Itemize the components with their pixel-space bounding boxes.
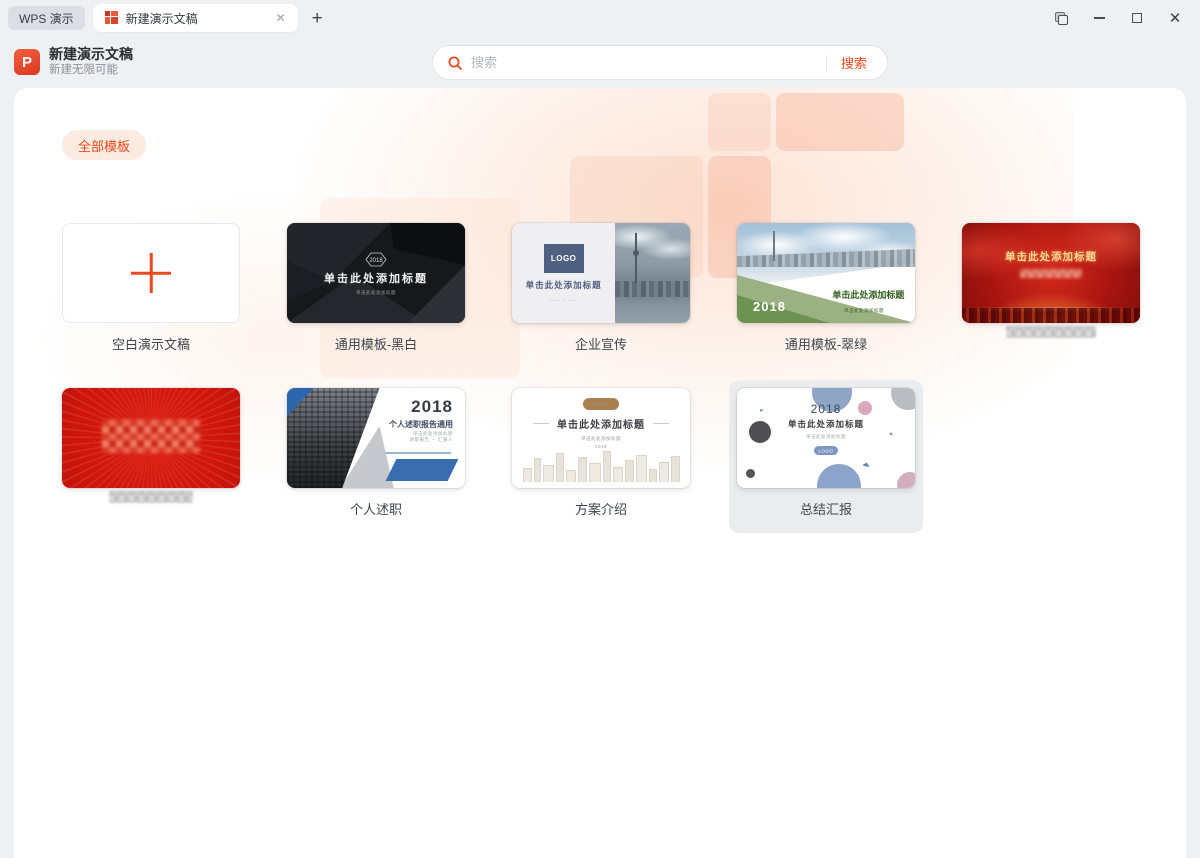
window-controls: ✕ [1042,4,1200,32]
template-cell-blank: 空白演示文稿 [62,223,240,354]
logo-pill: LOGO [592,401,610,407]
year-badge: 2018 [753,299,786,314]
maximize-icon [1132,13,1142,23]
search-input[interactable] [471,55,818,70]
template-plan-card[interactable]: LOGO 单击此处添加标题 单击此处添加标题 2018 [512,388,690,488]
blue-parallelogram [385,459,459,481]
wps-home-button[interactable]: WPS 演示 [8,6,85,30]
page-subtitle: 新建无限可能 [49,64,118,76]
template-label: 个人述职 [349,502,402,517]
ppt-app-logo: P [14,49,40,75]
maximize-button[interactable] [1118,4,1156,32]
template-label: 空白演示文稿 [111,337,190,352]
minimize-button[interactable] [1080,4,1118,32]
minimize-icon [1093,17,1105,19]
slide-title: 单击此处添加标题 [1005,251,1097,263]
slide-subtitle-decor: 单击此处添加标题 [412,431,453,436]
close-window-button[interactable]: ✕ [1156,4,1194,32]
tab-title: 新建演示文稿 [125,11,198,26]
template-row-1: 空白演示文稿 2018 单击此处添加标题 单击此处添加标题 通用模板-黑白 LO… [14,223,1186,354]
hexagon-badge: 2018 [365,252,387,266]
template-cell-corporate: LOGO 单击此处添加标题 —— ・ —— 企业宣传 [512,223,690,354]
template-red-festive-card[interactable]: 单击此处添加标题 [962,223,1140,323]
search-bar[interactable]: 搜索 [432,45,888,80]
template-label: 通用模板-翠绿 [784,337,868,352]
tab-new-presentation[interactable]: 新建演示文稿 ✕ [92,4,298,32]
filter-label: 全部模板 [78,138,131,154]
slide-subtitle-decor: —— ・ —— [549,297,578,303]
template-cell-plan: LOGO 单击此处添加标题 单击此处添加标题 2018 方案介绍 [512,388,690,519]
template-red-rays-card[interactable] [62,388,240,488]
redacted-title [102,419,200,454]
template-personal-card[interactable]: 2018 个人述职报告通用 单击此处添加标题 述职报告 ・ 汇报人 [287,388,465,488]
slide-title: 单击此处添加标题 [557,420,645,431]
slide-title: 单击此处添加标题 [787,419,864,429]
template-cell-black-white: 2018 单击此处添加标题 单击此处添加标题 通用模板-黑白 [287,223,465,354]
wps-logo-icon [104,11,119,25]
filter-all-templates[interactable]: 全部模板 [62,130,147,160]
template-cell-summary-selected: ▸ ▸ ◥ 2018 单击此处添加标题 单击此处添加标题 LOGO 总结汇报 [729,380,923,533]
slide-subtitle: 单击此处添加标题 [355,289,396,295]
tab-bar: WPS 演示 新建演示文稿 ✕ + ✕ [0,0,1200,36]
search-icon [448,56,462,70]
city-photo [615,223,690,323]
slide-subtitle-decor: 单击此处添加标题 [580,436,621,441]
city-silhouette [962,308,1140,323]
slide-title: 单击此处添加标题 [525,279,602,290]
app-header: P 新建演示文稿 新建无限可能 搜索 [0,36,1200,88]
wps-home-label: WPS 演示 [19,11,74,26]
year-badge: 2018 [810,402,842,416]
redacted-subtitle [1020,269,1082,278]
window-manage-button[interactable] [1042,4,1080,32]
slide-subtitle: 单击此处添加标题 [844,308,885,313]
redacted-template-label [109,491,193,503]
slide-subtitle: 单击此处添加标题 [805,434,846,439]
sketch-skyline [518,446,684,482]
plus-icon [131,253,171,293]
redacted-template-label [1006,326,1096,338]
year-badge: 2018 [411,397,453,416]
page-title: 新建演示文稿 [49,46,133,62]
template-black-white-card[interactable]: 2018 单击此处添加标题 单击此处添加标题 [287,223,465,323]
template-row-2: 2018 个人述职报告通用 单击此处添加标题 述职报告 ・ 汇报人 个人述职 L… [14,380,1186,533]
svg-text:2018: 2018 [369,258,383,264]
template-green-card[interactable]: 2018 单击此处添加标题 单击此处添加标题 [737,223,915,323]
close-tab-icon[interactable]: ✕ [272,10,290,26]
template-cell-personal: 2018 个人述职报告通用 单击此处添加标题 述职报告 ・ 汇报人 个人述职 [287,388,465,519]
logo-pill: LOGO [818,448,834,453]
slide-title: 单击此处添加标题 [832,290,905,300]
template-cell-red-rays [62,388,240,519]
template-cell-red-festive: 单击此处添加标题 [962,223,1140,354]
template-label: 总结汇报 [799,502,852,517]
template-blank-card[interactable] [62,223,240,323]
slide-subtitle-decor: 述职报告 ・ 汇报人 [409,437,453,442]
search-button[interactable]: 搜索 [831,53,873,72]
search-divider [825,54,827,71]
template-summary-card[interactable]: ▸ ▸ ◥ 2018 单击此处添加标题 单击此处添加标题 LOGO [737,388,915,488]
template-cell-green: 2018 单击此处添加标题 单击此处添加标题 通用模板-翠绿 [737,223,915,354]
new-tab-icon[interactable]: + [312,9,323,28]
template-label: 通用模板-黑白 [334,337,418,352]
window-manage-icon [1054,11,1068,25]
template-corporate-card[interactable]: LOGO 单击此处添加标题 —— ・ —— [512,223,690,323]
template-gallery-panel: 全部模板 空白演示文稿 2018 单击此处添加标题 单击此处添加标题 通用模板-… [14,88,1186,858]
slide-title: 单击此处添加标题 [324,272,428,285]
slide-title: 个人述职报告通用 [389,420,453,429]
logo-box: LOGO [543,243,584,273]
template-label: 企业宣传 [574,337,627,352]
template-label: 方案介绍 [574,502,627,517]
